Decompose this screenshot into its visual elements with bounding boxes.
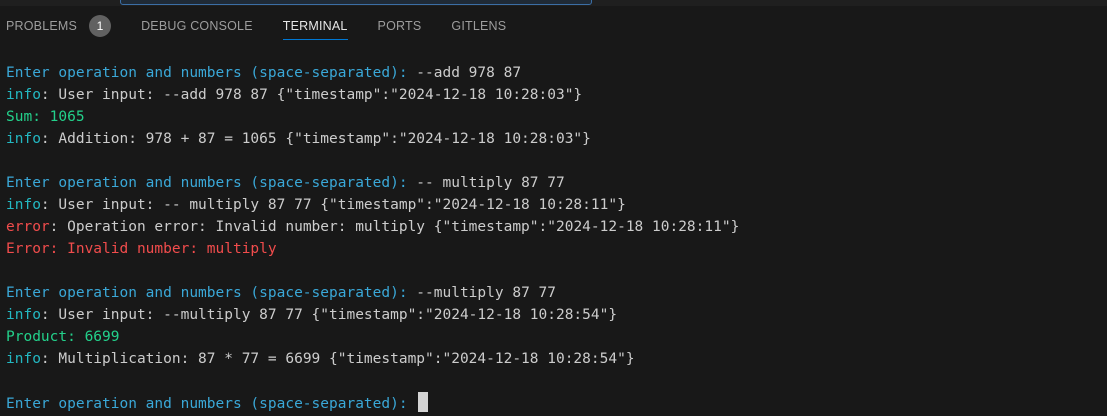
- result-output: Product: 6699: [6, 329, 120, 345]
- prompt-text: Enter operation and numbers (space-separ…: [6, 65, 408, 81]
- log-message: : Multiplication: 87 * 77 = 6699 {"times…: [40, 351, 635, 367]
- tab-label: PORTS: [377, 19, 422, 33]
- log-level: info: [6, 351, 41, 367]
- terminal-line: info: Addition: 978 + 87 = 1065 {"timest…: [6, 128, 1101, 150]
- log-level: error: [6, 219, 50, 235]
- user-input: --add 978 87: [407, 65, 522, 81]
- user-input: -- multiply 87 77: [407, 175, 565, 191]
- tab-debug-console[interactable]: DEBUG CONSOLE: [141, 6, 253, 46]
- user-input: [408, 396, 417, 412]
- terminal-line: Enter operation and numbers (space-separ…: [6, 282, 1101, 304]
- log-level: info: [6, 307, 41, 323]
- terminal-line: info: User input: --multiply 87 77 {"tim…: [6, 304, 1101, 326]
- log-message: : User input: --multiply 87 77 {"timesta…: [40, 307, 618, 323]
- tab-label: GITLENS: [451, 19, 507, 33]
- editor-line-fragment: [120, 0, 592, 5]
- log-message: : User input: -- multiply 87 77 {"timest…: [40, 197, 626, 213]
- terminal-line: Enter operation and numbers (space-separ…: [6, 172, 1101, 194]
- panel-tab-bar: PROBLEMS 1 DEBUG CONSOLE TERMINAL PORTS …: [0, 6, 1107, 46]
- terminal-line: Enter operation and numbers (space-separ…: [6, 392, 1101, 414]
- prompt-text: Enter operation and numbers (space-separ…: [6, 175, 408, 191]
- log-level: info: [6, 197, 41, 213]
- prompt-text: Enter operation and numbers (space-separ…: [6, 396, 408, 412]
- log-level: info: [6, 131, 41, 147]
- log-message: : Operation error: Invalid number: multi…: [49, 219, 740, 235]
- tab-label: PROBLEMS: [6, 19, 78, 33]
- terminal-line: info: Multiplication: 87 * 77 = 6699 {"t…: [6, 348, 1101, 370]
- tab-gitlens[interactable]: GITLENS: [451, 6, 506, 46]
- log-message: : Addition: 978 + 87 = 1065 {"timestamp"…: [40, 131, 591, 147]
- prompt-text: Enter operation and numbers (space-separ…: [6, 285, 408, 301]
- error-output: Error: Invalid number: multiply: [6, 241, 277, 257]
- terminal-line: Enter operation and numbers (space-separ…: [6, 62, 1101, 84]
- tab-terminal[interactable]: TERMINAL: [282, 6, 348, 46]
- terminal-line: Error: Invalid number: multiply: [6, 238, 1101, 260]
- text-cursor: [418, 392, 429, 412]
- terminal-line: info: User input: --add 978 87 {"timesta…: [6, 84, 1101, 106]
- user-input: --multiply 87 77: [407, 285, 556, 301]
- tab-label: TERMINAL: [282, 19, 348, 33]
- terminal-line: error: Operation error: Invalid number: …: [6, 216, 1101, 238]
- terminal-line: Product: 6699: [6, 326, 1101, 348]
- log-message: : User input: --add 978 87 {"timestamp":…: [40, 87, 583, 103]
- problems-count-badge: 1: [89, 15, 112, 37]
- tab-problems[interactable]: PROBLEMS 1: [6, 6, 112, 46]
- terminal-line: Sum: 1065: [6, 106, 1101, 128]
- terminal-line: info: User input: -- multiply 87 77 {"ti…: [6, 194, 1101, 216]
- terminal-output[interactable]: Enter operation and numbers (space-separ…: [6, 62, 1101, 412]
- result-output: Sum: 1065: [6, 109, 85, 125]
- log-level: info: [6, 87, 41, 103]
- tab-ports[interactable]: PORTS: [378, 6, 422, 46]
- tab-label: DEBUG CONSOLE: [141, 19, 253, 33]
